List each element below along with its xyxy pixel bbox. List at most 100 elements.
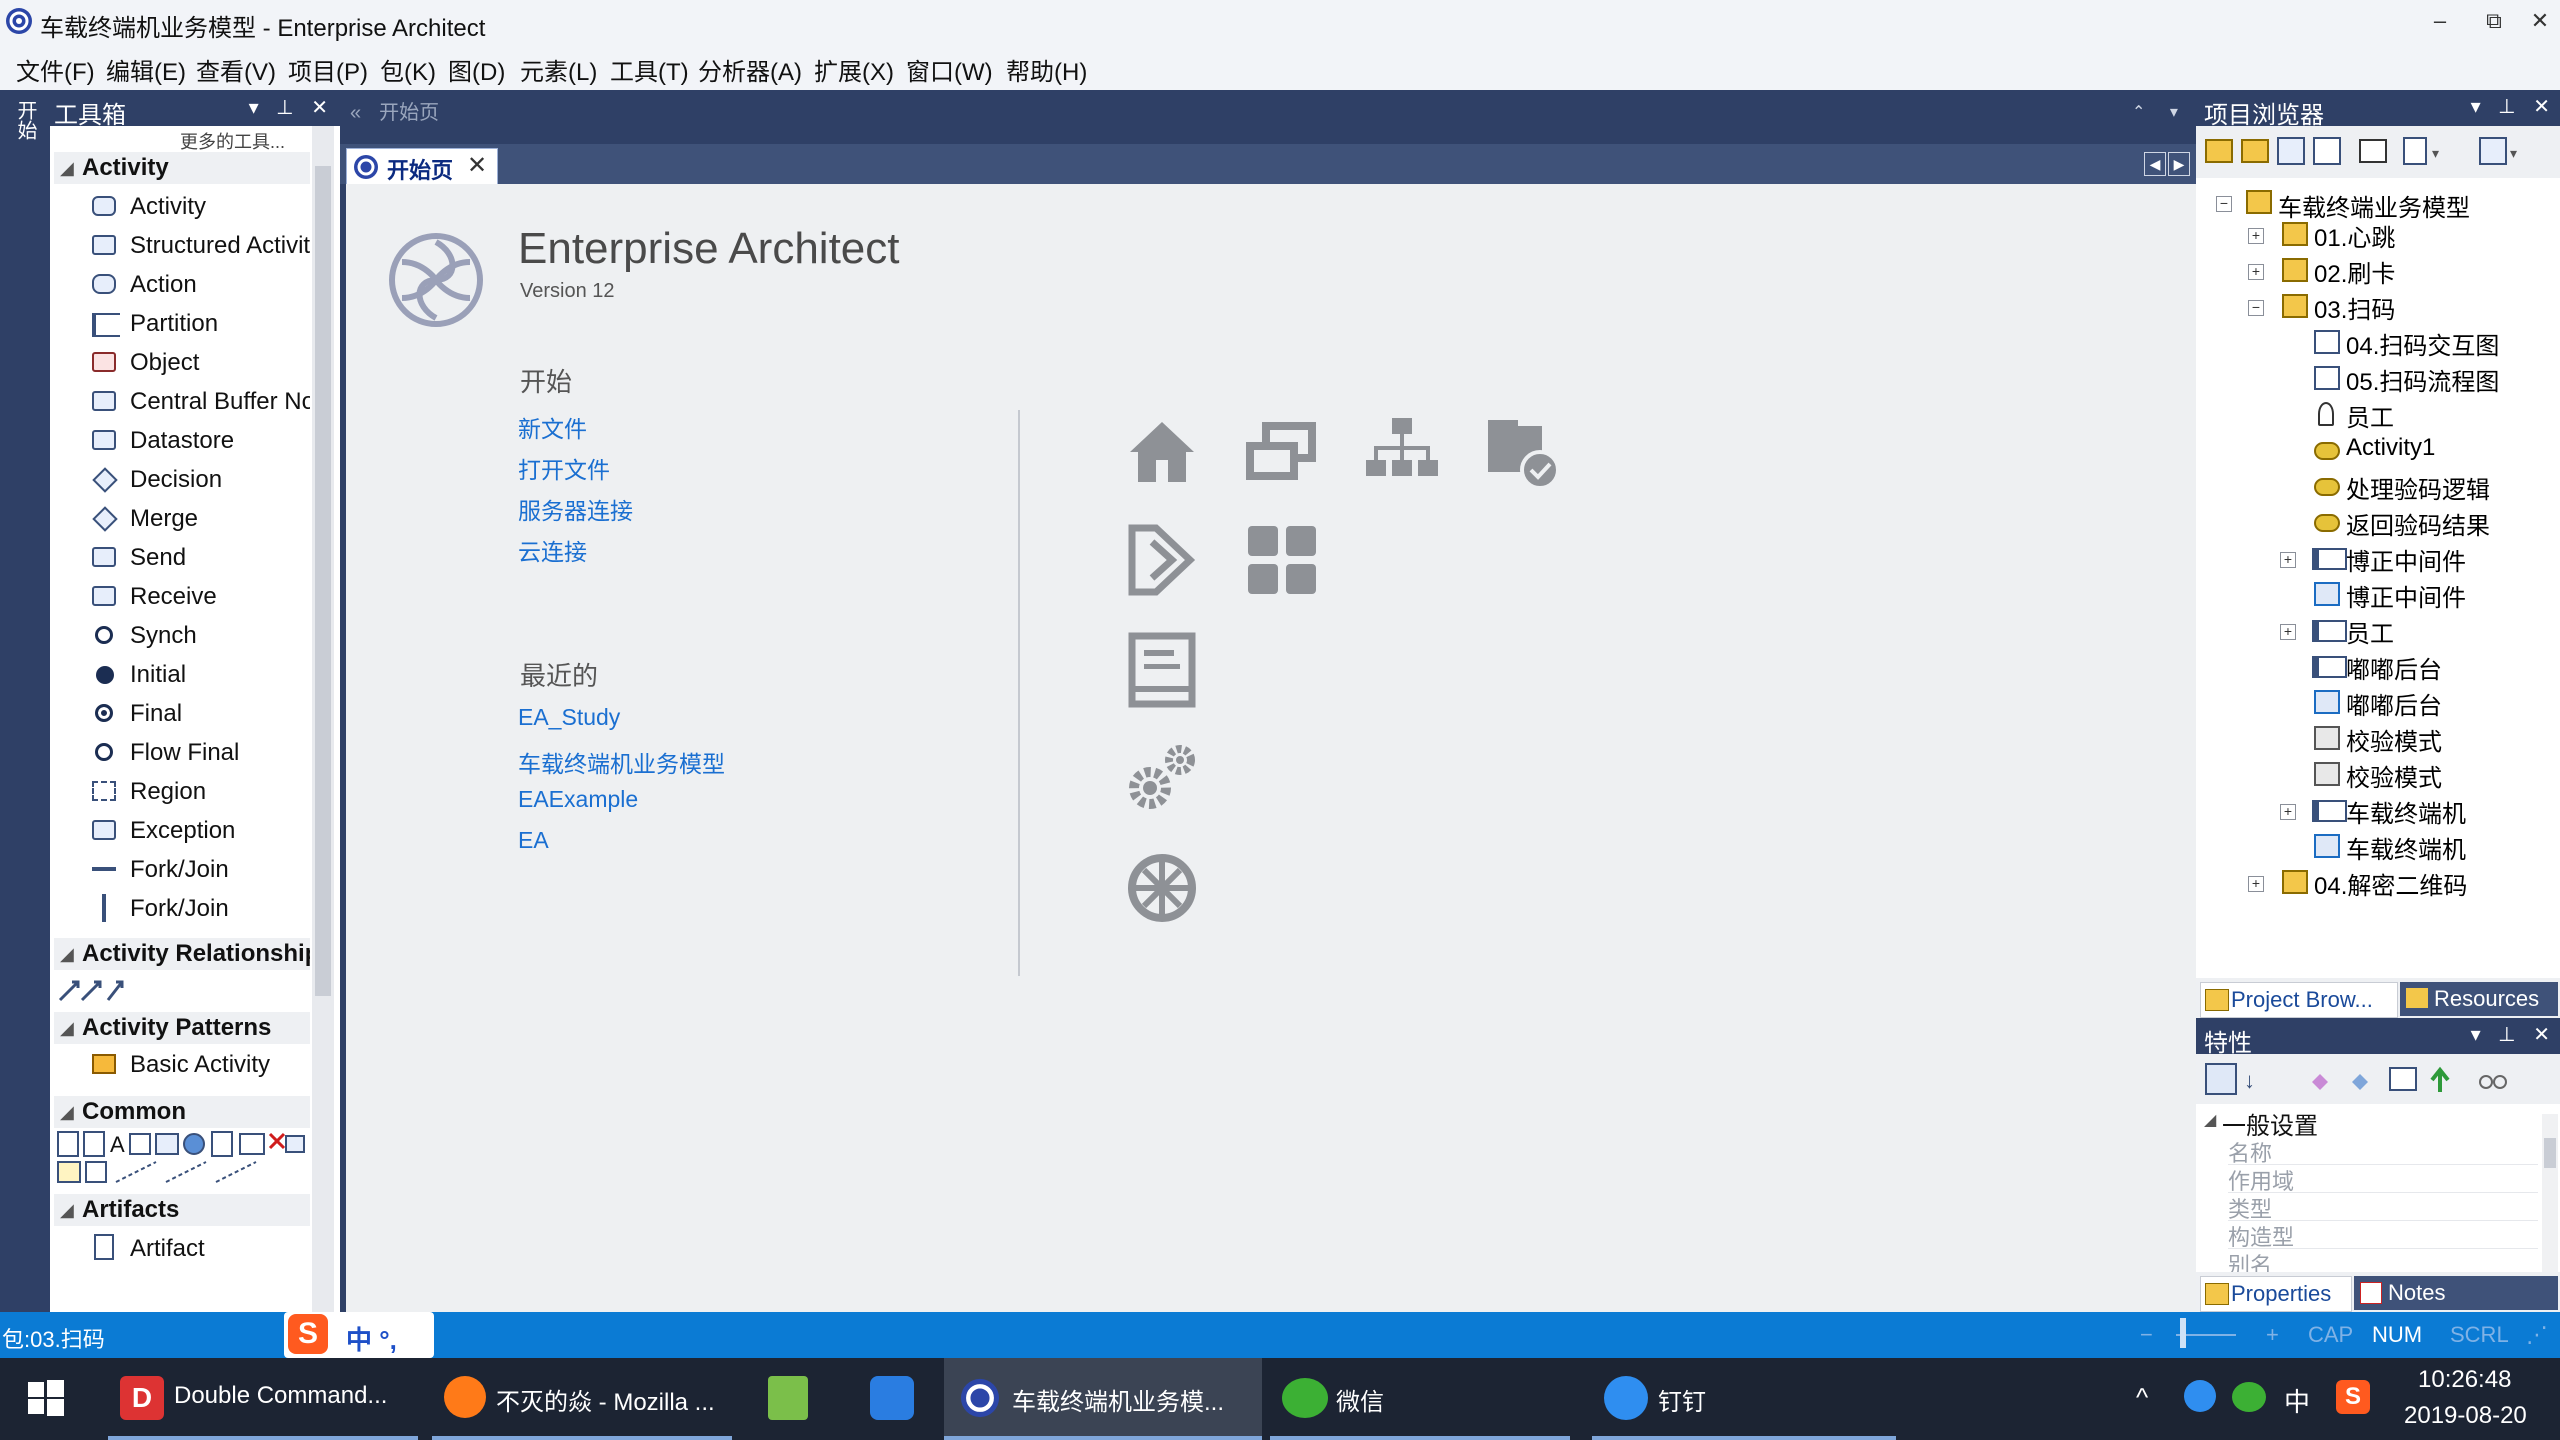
properties-tool-icons[interactable]: ↓ (2196, 1054, 2560, 1104)
tool-artifact[interactable]: Artifact (90, 1230, 310, 1268)
taskbar-app-doublecommander[interactable]: D Double Command... (108, 1358, 418, 1440)
expand-icon[interactable]: + (2280, 804, 2296, 820)
tool-datastore[interactable]: Datastore (90, 422, 310, 460)
tree-node[interactable]: 返回验码结果 (2196, 506, 2556, 540)
property-group-general[interactable]: ◢ 一般设置 (2200, 1106, 2540, 1140)
zoom-out-button[interactable]: − (2140, 1322, 2153, 1348)
tree-node[interactable]: 校验模式 (2196, 758, 2556, 792)
clock-time[interactable]: 10:26:48 (2418, 1366, 2511, 1394)
panel-controls[interactable]: ▾ ⊥ ✕ (2471, 1022, 2556, 1047)
menu-edit[interactable]: 编辑(E) (106, 52, 186, 87)
zoom-slider-thumb[interactable] (2180, 1318, 2186, 1348)
scroll-thumb[interactable] (2544, 1138, 2556, 1168)
tool-initial[interactable]: Initial (90, 656, 310, 694)
taskbar-app-dingtalk[interactable]: 钉钉 (1592, 1358, 1896, 1440)
properties-scrollbar[interactable] (2542, 1114, 2558, 1276)
tab-resources[interactable]: Resources (2400, 982, 2558, 1016)
tree-node[interactable]: 05.扫码流程图 (2196, 362, 2556, 396)
tool-activity[interactable]: Activity (90, 188, 310, 226)
tree-node[interactable]: 员工 (2196, 398, 2556, 432)
menu-file[interactable]: 文件(F) (16, 52, 95, 87)
forward-chevrons-icon[interactable] (1122, 520, 1202, 600)
expand-icon[interactable]: + (2248, 264, 2264, 280)
tree-node[interactable]: + 车载终端机 (2196, 794, 2556, 828)
windows-start-icon[interactable] (28, 1380, 64, 1416)
grid-tiles-icon[interactable] (1242, 520, 1322, 600)
clock-date[interactable]: 2019-08-20 (2404, 1402, 2527, 1430)
tab-notes[interactable]: Notes (2354, 1276, 2558, 1310)
expand-icon[interactable]: + (2280, 624, 2296, 640)
close-button[interactable]: ✕ (2520, 4, 2560, 38)
taskbar-app-wechat[interactable]: 微信 (1270, 1358, 1570, 1440)
tree-node[interactable]: + 员工 (2196, 614, 2556, 648)
cloud-connection-link[interactable]: 云连接 (518, 533, 587, 567)
property-row-name[interactable]: 名称 (2228, 1136, 2538, 1166)
tab-project-browser[interactable]: Project Brow... (2200, 982, 2398, 1018)
tray-overflow-icon[interactable]: ^ (2136, 1382, 2148, 1413)
tray-wechat-icon[interactable] (2232, 1382, 2266, 1412)
property-row-scope[interactable]: 作用域 (2228, 1164, 2538, 1194)
minimize-button[interactable]: – (2420, 4, 2460, 38)
tool-synch[interactable]: Synch (90, 617, 310, 655)
tree-node[interactable]: +04.解密二维码 (2196, 866, 2556, 900)
tab-start-page[interactable]: 开始页 ✕ (346, 148, 498, 186)
tool-fork-join-h[interactable]: Fork/Join (90, 851, 310, 889)
recent-ea-link[interactable]: EA (518, 827, 549, 854)
tray-ime-indicator[interactable]: 中 (2284, 1382, 2310, 1419)
restore-button[interactable]: ⧉ (2474, 4, 2514, 38)
tool-central-buffer[interactable]: Central Buffer Node (90, 383, 310, 421)
tool-send[interactable]: Send (90, 539, 310, 577)
tool-object[interactable]: Object (90, 344, 310, 382)
recent-ea-study-link[interactable]: EA_Study (518, 704, 620, 731)
menu-package[interactable]: 包(K) (380, 52, 436, 87)
menu-analyzer[interactable]: 分析器(A) (698, 52, 802, 87)
taskbar-app-editor[interactable] (748, 1358, 828, 1440)
property-row-type[interactable]: 类型 (2228, 1192, 2538, 1222)
expand-icon[interactable]: + (2248, 876, 2264, 892)
section-common[interactable]: ◢ Common (54, 1096, 310, 1128)
home-icon[interactable] (1122, 412, 1202, 492)
document-list-icon[interactable] (1122, 630, 1202, 710)
tree-node[interactable]: 博正中间件 (2196, 578, 2556, 612)
windows-icon[interactable] (1242, 412, 1322, 492)
tree-node[interactable]: 处理验码逻辑 (2196, 470, 2556, 504)
tab-scroll-left-icon[interactable]: ◀ (2144, 152, 2166, 176)
gears-icon[interactable] (1122, 738, 1202, 818)
tool-structured-activity[interactable]: Structured Activity (90, 227, 310, 265)
start-side-tab[interactable]: 开始 (10, 100, 40, 140)
tool-fork-join-v[interactable]: Fork/Join (90, 890, 310, 928)
new-file-link[interactable]: 新文件 (518, 410, 587, 444)
tree-node[interactable]: +01.心跳 (2196, 218, 2556, 252)
taskbar-app-firefox[interactable]: 不灭的焱 - Mozilla ... (432, 1358, 732, 1440)
toolbox-scrollbar[interactable] (312, 126, 334, 1312)
menu-diagram[interactable]: 图(D) (448, 52, 505, 87)
tool-action[interactable]: Action (90, 266, 310, 304)
tab-scroll-right-icon[interactable]: ▶ (2168, 152, 2190, 176)
tree-node[interactable]: 校验模式 (2196, 722, 2556, 756)
collapse-icon[interactable]: − (2248, 300, 2264, 316)
server-connection-link[interactable]: 服务器连接 (518, 492, 633, 526)
wheel-icon[interactable] (1122, 848, 1202, 928)
document-crumb[interactable]: « 开始页 (350, 96, 439, 125)
project-browser-tool-icons[interactable]: ▾ ▾ (2196, 126, 2560, 178)
recent-eaexample-link[interactable]: EAExample (518, 786, 638, 813)
collapse-icon[interactable]: − (2216, 196, 2232, 212)
scroll-thumb[interactable] (315, 166, 331, 996)
tree-node[interactable]: 车载终端机 (2196, 830, 2556, 864)
tool-merge[interactable]: Merge (90, 500, 310, 538)
open-file-link[interactable]: 打开文件 (518, 451, 610, 485)
tree-node[interactable]: + 博正中间件 (2196, 542, 2556, 576)
zoom-in-button[interactable]: + (2266, 1322, 2279, 1348)
section-activity-patterns[interactable]: ◢ Activity Patterns (54, 1012, 310, 1044)
tool-basic-activity[interactable]: Basic Activity (90, 1046, 310, 1084)
taskbar-app-ea[interactable]: 车载终端机业务模... (944, 1358, 1262, 1440)
more-tools-link[interactable]: 更多的工具... (180, 128, 285, 154)
tray-sogou-icon[interactable]: S (2336, 1380, 2370, 1414)
tool-flow-final[interactable]: Flow Final (90, 734, 310, 772)
relationship-tools-row[interactable] (56, 974, 136, 1004)
common-tools-grid[interactable]: A (56, 1130, 306, 1186)
taskbar-app-notes[interactable] (850, 1358, 930, 1440)
tool-final[interactable]: Final (90, 695, 310, 733)
tree-node[interactable]: 嘟嘟后台 (2196, 686, 2556, 720)
menu-help[interactable]: 帮助(H) (1006, 52, 1087, 87)
